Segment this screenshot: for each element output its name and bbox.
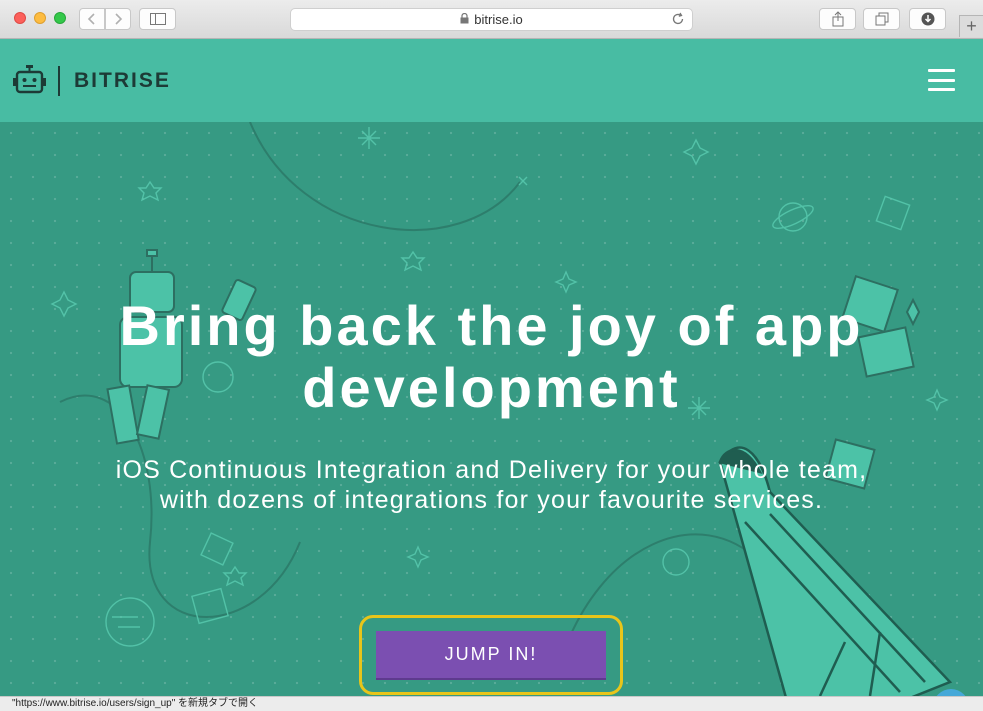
brand-name: BITRISE	[74, 68, 171, 92]
downloads-button[interactable]	[909, 8, 946, 30]
chevron-left-icon	[87, 13, 95, 25]
jump-in-button[interactable]: JUMP IN!	[376, 631, 606, 680]
site-header: BITRISE	[0, 39, 983, 122]
minimize-window-button[interactable]	[34, 12, 46, 24]
tabs-icon	[875, 12, 888, 26]
lock-icon	[460, 12, 469, 27]
hero-subtitle: iOS Continuous Integration and Delivery …	[0, 455, 983, 515]
brand-divider	[58, 65, 60, 96]
tabs-overview-button[interactable]	[863, 8, 900, 30]
hero-title-line1: Bring back the joy of app	[119, 294, 864, 357]
sidebar-button[interactable]	[139, 8, 176, 30]
brand-logo-link[interactable]: BITRISE	[13, 65, 171, 96]
menu-hamburger-icon[interactable]	[928, 69, 955, 91]
share-button[interactable]	[819, 8, 856, 30]
new-tab-button[interactable]: +	[959, 15, 983, 37]
webpage: BITRISE Bring back the joy of app develo…	[0, 39, 983, 696]
hero-subtitle-line1: iOS Continuous Integration and Delivery …	[115, 456, 868, 484]
link-preview-text: "https://www.bitrise.io/users/sign_up" を…	[12, 698, 259, 709]
status-bar: "https://www.bitrise.io/users/sign_up" を…	[0, 696, 983, 711]
address-bar[interactable]: bitrise.io	[290, 8, 693, 31]
plus-icon: +	[966, 16, 977, 36]
robot-logo-icon	[13, 65, 46, 94]
hero-subtitle-line2: with dozens of integrations for your fav…	[159, 486, 824, 514]
sidebar-icon	[149, 13, 166, 25]
hero-section: Bring back the joy of app development iO…	[0, 122, 983, 696]
close-window-button[interactable]	[14, 12, 26, 24]
zoom-window-button[interactable]	[54, 12, 66, 24]
download-icon	[921, 12, 934, 26]
back-button[interactable]	[79, 8, 105, 30]
chevron-right-icon	[115, 13, 123, 25]
forward-button[interactable]	[105, 8, 131, 30]
hero-title: Bring back the joy of app development	[0, 295, 983, 419]
url-text: bitrise.io	[474, 12, 523, 27]
reload-icon[interactable]	[671, 12, 685, 29]
hero-title-line2: development	[302, 356, 681, 419]
share-icon	[832, 11, 843, 27]
browser-toolbar: bitrise.io +	[0, 0, 983, 39]
